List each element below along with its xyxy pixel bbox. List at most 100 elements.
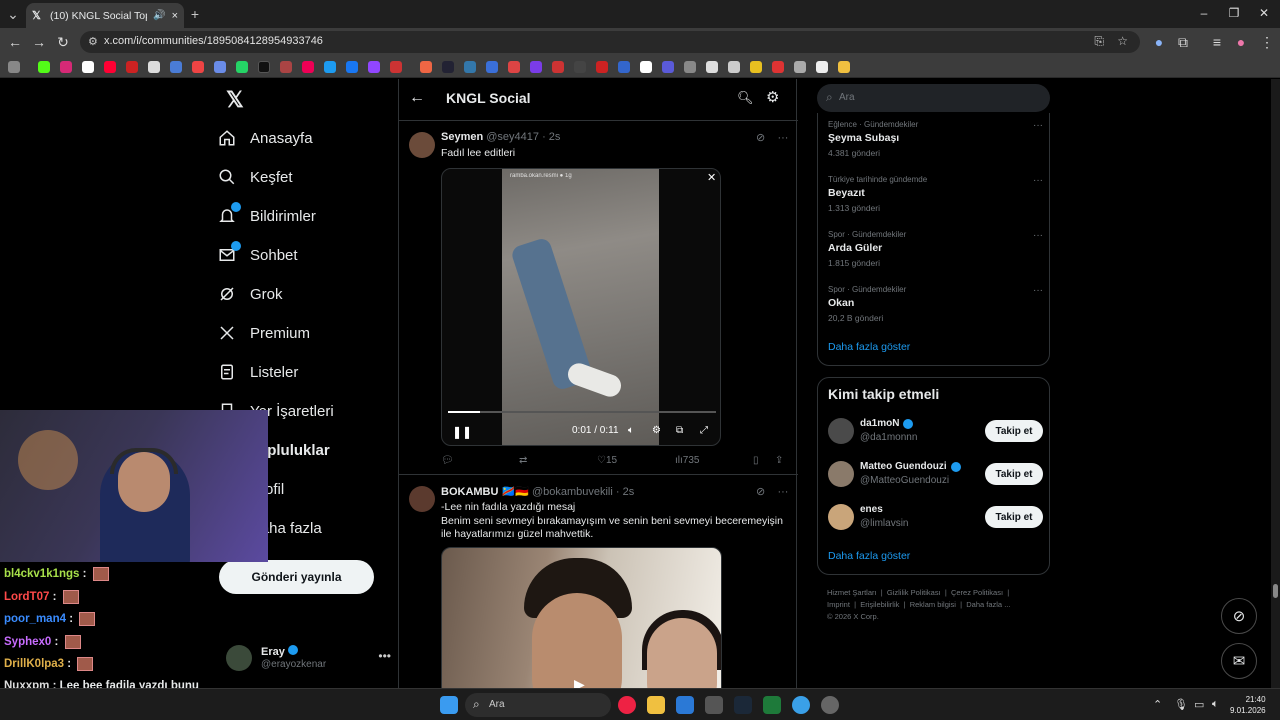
bookmark-icon[interactable] [280,61,292,73]
search-input[interactable]: ⌕ Ara [817,84,1050,112]
taskbar-search[interactable]: ⌕ Ara [465,693,611,717]
messages-float-button[interactable]: ✉ [1221,643,1257,679]
bookmark-icon[interactable] [170,61,182,73]
nav-item-home[interactable]: Anasayfa [218,123,313,153]
extension-icon[interactable]: ● [1150,33,1168,51]
app-icon[interactable] [705,696,723,714]
nav-item-grok[interactable]: Grok [218,279,283,309]
bookmark-icon[interactable] [530,61,542,73]
reload-icon[interactable]: ↻ [54,33,72,51]
trend-item[interactable]: Spor · Gündemdekiler Arda Güler 1.815 gö… [828,230,1043,276]
bookmark-icon[interactable] [552,61,564,73]
media-icon[interactable]: ≡ [1208,33,1226,51]
bookmark-icon[interactable] [794,61,806,73]
tab-close-icon[interactable]: × [172,10,178,22]
follow-button[interactable]: Takip et [985,463,1043,485]
steam-icon[interactable] [734,696,752,714]
bookmark-icon[interactable] [618,61,630,73]
bookmark-icon[interactable] [728,61,740,73]
trend-item[interactable]: Türkiye tarihinde gündemde Beyazıt 1.313… [828,175,1043,221]
search-icon[interactable]: 🔍︎ [737,90,754,106]
store-icon[interactable] [676,696,694,714]
app-icon[interactable] [821,696,839,714]
new-tab-button[interactable]: + [186,5,204,23]
bookmark-icon[interactable] [684,61,696,73]
tab-menu-icon[interactable]: ⌄ [4,5,22,23]
scrollbar-thumb[interactable] [1273,584,1278,598]
volume-icon[interactable]: 🔈︎ [628,425,634,436]
install-icon[interactable]: ⎘ [1094,34,1104,49]
bookmark-icon[interactable] [596,61,608,73]
bookmark-gmail-icon[interactable] [126,61,138,73]
bookmark-twitch-icon[interactable] [368,61,380,73]
bookmark-icon[interactable] [706,61,718,73]
show-more-link[interactable]: Daha fazla göster [828,341,910,353]
bookmark-instagram-icon[interactable] [60,61,72,73]
nav-item-explore[interactable]: Keşfet [218,162,293,192]
settings-icon[interactable]: ⚙ [652,425,661,436]
browser-menu-icon[interactable]: ⋮ [1258,33,1276,51]
tray-chevron-icon[interactable]: ⌃ [1153,698,1162,711]
follow-button[interactable]: Takip et [985,506,1043,528]
bookmark-icon[interactable] [420,61,432,73]
xbox-icon[interactable] [763,696,781,714]
system-clock[interactable]: 21:40 9.01.2026 [1230,694,1266,716]
footer-link[interactable]: Erişilebilirlik [860,600,899,609]
like-button[interactable]: ♡ 15 [597,455,617,466]
suggested-user[interactable]: enes @limlavsin Takip et [828,502,1043,534]
bookmark-kick-icon[interactable] [38,61,50,73]
bookmark-icon[interactable] [390,61,402,73]
bookmark-icon[interactable] [816,61,828,73]
audio-icon[interactable]: 🔊 [153,10,165,21]
share-icon[interactable]: ⇪ [775,455,783,466]
avatar[interactable] [828,418,854,444]
post-media[interactable]: ▶ [441,547,722,688]
url-field[interactable]: ⚙ x.com/i/communities/189508412895493374… [80,31,1140,53]
x-logo-icon[interactable]: 𝕏 [226,87,244,113]
bookmark-icon[interactable] [464,61,476,73]
avatar[interactable] [409,132,435,158]
grok-icon[interactable]: ⊘ [756,132,765,144]
post-author[interactable]: Seymen @sey4417 · 2s [441,131,560,143]
grok-icon[interactable]: ⊘ [756,486,765,498]
footer-link[interactable]: Hizmet Şartları [827,588,877,597]
more-options-icon[interactable]: ··· [1033,230,1043,241]
volume-icon[interactable]: 🔈︎ [1212,698,1219,711]
back-icon[interactable]: ← [6,33,24,51]
more-options-icon[interactable]: ··· [1033,120,1043,131]
avatar[interactable] [828,461,854,487]
chrome-icon[interactable] [618,696,636,714]
post-author[interactable]: BOKAMBU 🇨🇩🇩🇪 @bokambuvekili · 2s [441,485,634,498]
nav-item-notifications[interactable]: Bildirimler [218,201,316,231]
bookmark-icon[interactable] [324,61,336,73]
bookmark-icon[interactable]: ▯ [753,455,759,466]
avatar[interactable] [828,504,854,530]
bookmark-translate-icon[interactable] [214,61,226,73]
bookmark-icon[interactable] [662,61,674,73]
profile-avatar-icon[interactable]: ● [1232,33,1250,51]
bookmark-icon[interactable] [750,61,762,73]
video-progress-bar[interactable] [448,411,716,413]
windows-start-icon[interactable] [440,696,458,714]
browser-tab[interactable]: 𝕏 (10) KNGL Social Topluluk / 🔊 × [26,3,184,28]
trend-item[interactable]: Eğlence · Gündemdekiler Şeyma Subaşı 4.3… [828,120,1043,166]
back-arrow-icon[interactable]: ← [409,89,425,107]
pip-icon[interactable]: ⧉ [676,425,683,436]
grok-float-button[interactable]: ⊘ [1221,598,1257,634]
footer-link[interactable]: Imprint [827,600,850,609]
bookmark-icon[interactable] [302,61,314,73]
more-options-icon[interactable]: ··· [1033,285,1043,296]
more-options-icon[interactable]: ··· [777,132,788,144]
apps-icon[interactable] [8,61,20,73]
bookmark-icon[interactable] [772,61,784,73]
nav-item-lists[interactable]: Listeler [218,357,298,387]
avatar[interactable] [409,486,435,512]
bookmark-x-icon[interactable] [82,61,94,73]
footer-link[interactable]: Çerez Politikası [951,588,1003,597]
bookmark-google-icon[interactable] [148,61,160,73]
views-count[interactable]: ılı 735 [675,455,699,466]
display-icon[interactable]: ▭ [1194,698,1204,711]
bookmark-star-icon[interactable]: ☆ [1117,34,1128,48]
suggested-user[interactable]: Matteo Guendouzi @MatteoGuendouzi Takip … [828,459,1043,491]
footer-link[interactable]: Daha fazla ... [966,600,1010,609]
